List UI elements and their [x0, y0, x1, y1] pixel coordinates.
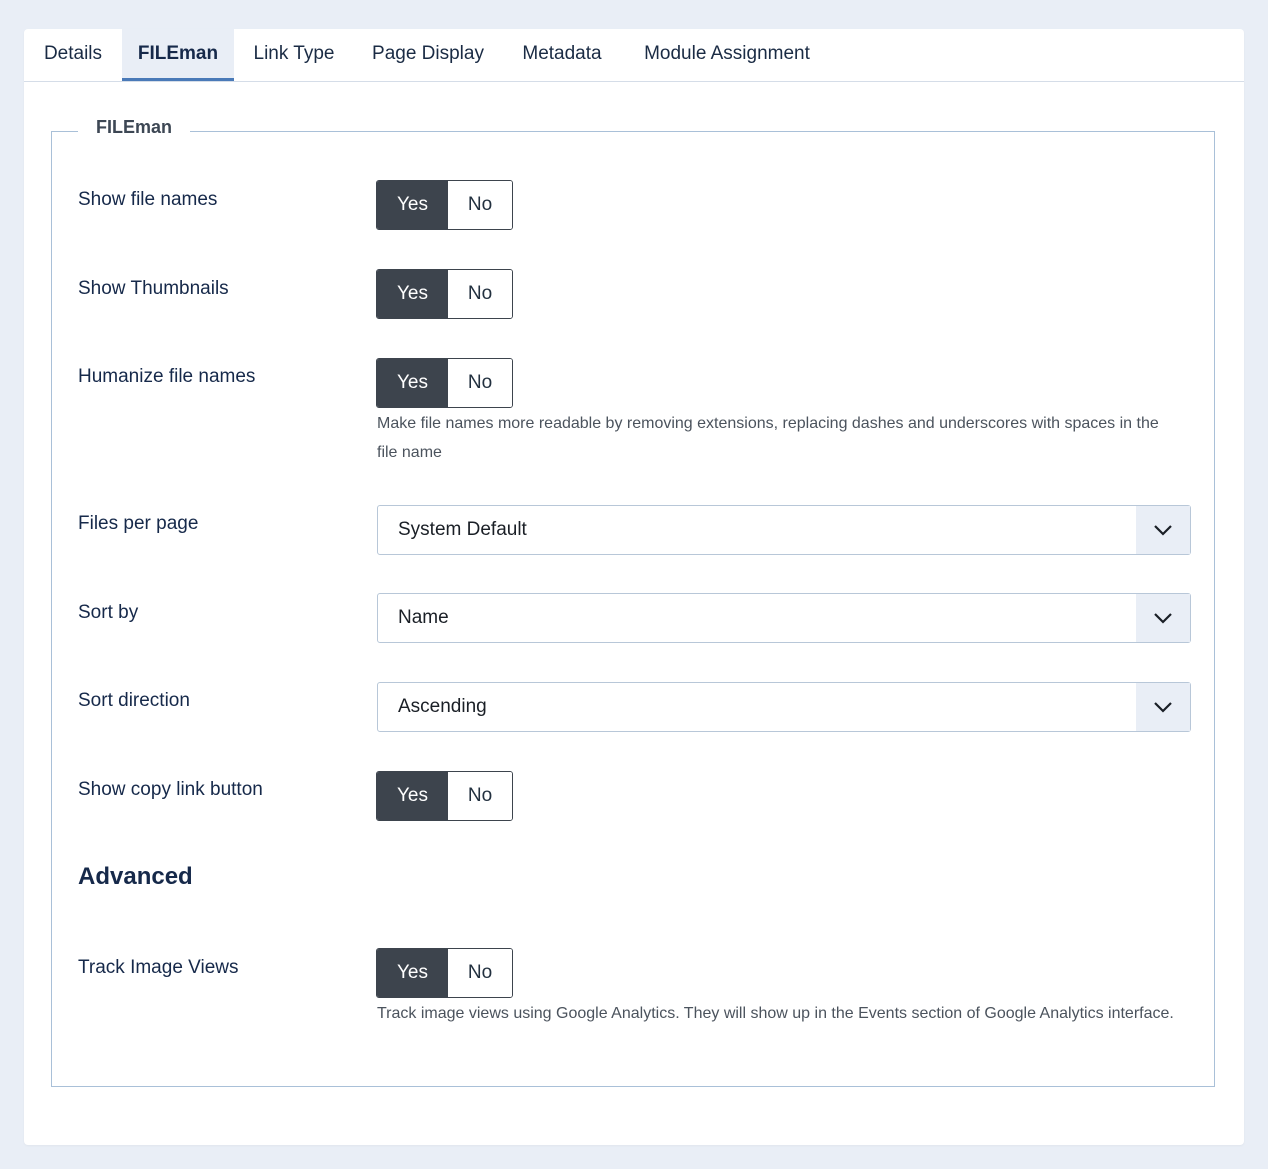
track-image-views-no-button[interactable]: No: [448, 949, 512, 997]
files-per-page-value: System Default: [398, 519, 527, 540]
tab-link-type[interactable]: Link Type: [234, 29, 354, 81]
tab-module-assignment[interactable]: Module Assignment: [622, 29, 832, 81]
show-copy-link-button-label: Show copy link button: [78, 779, 263, 800]
sort-direction-select[interactable]: Ascending: [377, 682, 1191, 732]
humanize-file-names-hint: Make file names more readable by removin…: [377, 415, 1159, 461]
sort-by-label: Sort by: [78, 602, 139, 623]
tab-fileman[interactable]: FILEman: [122, 29, 234, 81]
show-copy-link-yes-button[interactable]: Yes: [377, 772, 448, 820]
tab-metadata[interactable]: Metadata: [502, 29, 622, 81]
humanize-file-names-no-button[interactable]: No: [448, 359, 512, 407]
files-per-page-label: Files per page: [78, 513, 199, 534]
tab-page-display[interactable]: Page Display: [354, 29, 502, 81]
menu-item-edit-card: Details FILEman Link Type Page Display M…: [24, 29, 1244, 1145]
show-thumbnails-toggle: Yes No: [376, 269, 513, 319]
sort-direction-label: Sort direction: [78, 690, 190, 711]
show-thumbnails-label: Show Thumbnails: [78, 278, 229, 299]
tab-details[interactable]: Details: [24, 29, 122, 81]
show-file-names-label: Show file names: [78, 189, 218, 210]
show-copy-link-button-toggle: Yes No: [376, 771, 513, 821]
humanize-file-names-toggle: Yes No: [376, 358, 513, 408]
show-thumbnails-yes-button[interactable]: Yes: [377, 270, 448, 318]
sort-by-select[interactable]: Name: [377, 593, 1191, 643]
show-file-names-yes-button[interactable]: Yes: [377, 181, 448, 229]
chevron-down-icon: [1136, 594, 1190, 642]
humanize-file-names-label: Humanize file names: [78, 366, 256, 387]
show-file-names-toggle: Yes No: [376, 180, 513, 230]
tab-bar: Details FILEman Link Type Page Display M…: [24, 29, 1244, 82]
sort-by-value: Name: [398, 607, 449, 628]
files-per-page-select[interactable]: System Default: [377, 505, 1191, 555]
sort-direction-value: Ascending: [398, 696, 487, 717]
fieldset-legend: FILEman: [78, 117, 191, 138]
track-image-views-label: Track Image Views: [78, 957, 239, 978]
chevron-down-icon: [1136, 683, 1190, 731]
track-image-views-toggle: Yes No: [376, 948, 513, 998]
track-image-views-hint: Track image views using Google Analytics…: [377, 1005, 1174, 1022]
show-file-names-no-button[interactable]: No: [448, 181, 512, 229]
track-image-views-yes-button[interactable]: Yes: [377, 949, 448, 997]
chevron-down-icon: [1136, 506, 1190, 554]
show-copy-link-no-button[interactable]: No: [448, 772, 512, 820]
humanize-file-names-yes-button[interactable]: Yes: [377, 359, 448, 407]
advanced-heading: Advanced: [78, 863, 193, 890]
show-thumbnails-no-button[interactable]: No: [448, 270, 512, 318]
